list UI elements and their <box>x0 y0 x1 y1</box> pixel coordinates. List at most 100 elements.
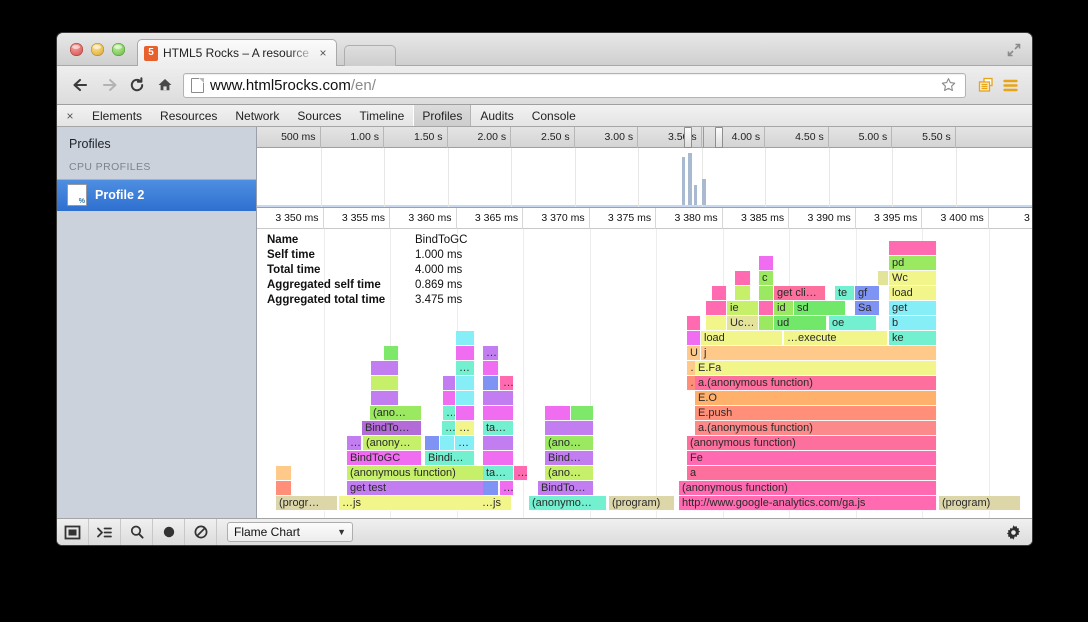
flame-frame[interactable] <box>687 316 701 331</box>
zoom-window-button[interactable] <box>112 43 125 56</box>
flame-frame[interactable]: b <box>889 316 937 331</box>
flame-frame[interactable] <box>483 376 499 391</box>
tab-network[interactable]: Network <box>226 105 288 126</box>
flame-frame[interactable] <box>759 286 774 301</box>
sidebar-item-profile-2[interactable]: % Profile 2 <box>57 179 256 211</box>
flame-frame[interactable]: … <box>455 436 475 451</box>
flame-frame[interactable] <box>276 466 292 481</box>
flame-frame[interactable] <box>276 481 292 496</box>
flame-frame[interactable] <box>456 406 475 421</box>
tab-elements[interactable]: Elements <box>83 105 151 126</box>
forward-arrow-icon[interactable] <box>95 71 123 99</box>
flame-frame[interactable]: id <box>774 301 794 316</box>
overview-graph[interactable] <box>257 148 1032 208</box>
overview-window-left-handle[interactable] <box>684 127 692 148</box>
record-circle-icon[interactable] <box>153 519 185 545</box>
flame-frame[interactable] <box>440 436 455 451</box>
tab-audits[interactable]: Audits <box>471 105 522 126</box>
overview-dimmed-region[interactable] <box>257 148 684 207</box>
flame-frame[interactable]: (anonymous function) <box>347 466 492 481</box>
flame-frame[interactable]: … <box>456 421 475 436</box>
flame-frame[interactable]: Bind… <box>545 451 594 466</box>
flame-frame[interactable]: … <box>456 361 475 376</box>
flame-frame[interactable]: gf <box>855 286 880 301</box>
hamburger-menu-icon[interactable] <box>998 73 1022 97</box>
flame-frame[interactable] <box>371 391 399 406</box>
flame-frame[interactable]: Wc <box>889 271 937 286</box>
flame-frame[interactable]: (program) <box>939 496 1021 511</box>
flame-frame[interactable] <box>483 481 499 496</box>
flame-frame[interactable] <box>371 376 399 391</box>
flame-frame[interactable] <box>889 241 937 256</box>
new-tab-button[interactable] <box>344 45 396 66</box>
flame-frame[interactable]: te <box>835 286 855 301</box>
browser-tab[interactable]: 5 HTML5 Rocks – A resource × <box>137 39 337 66</box>
minimize-window-button[interactable] <box>91 43 104 56</box>
bookmark-manager-icon[interactable] <box>974 73 998 97</box>
bookmark-star-icon[interactable] <box>937 74 959 96</box>
flame-frame[interactable] <box>456 391 475 406</box>
flame-frame[interactable]: load <box>889 286 937 301</box>
flame-frame[interactable]: …js <box>339 496 492 511</box>
reload-icon[interactable] <box>123 71 151 99</box>
flame-frame[interactable] <box>706 301 727 316</box>
clear-prohibited-icon[interactable] <box>185 519 217 545</box>
view-mode-select[interactable]: Flame Chart ▼ <box>227 522 353 542</box>
flame-frame[interactable]: ie <box>727 301 759 316</box>
flame-frame[interactable]: (anonymous function) <box>687 436 937 451</box>
tab-profiles[interactable]: Profiles <box>413 105 471 126</box>
flame-frame[interactable] <box>483 436 514 451</box>
flame-frame[interactable]: a.(anonymous function) <box>695 376 937 391</box>
address-bar[interactable]: www.html5rocks.com/en/ <box>183 73 966 98</box>
show-drawer-icon[interactable] <box>89 519 121 545</box>
flame-frame[interactable] <box>483 391 514 406</box>
flame-frame[interactable] <box>759 256 774 271</box>
flame-frame[interactable]: U <box>687 346 701 361</box>
tab-close-icon[interactable]: × <box>316 46 330 60</box>
flame-frame[interactable] <box>545 421 594 436</box>
tab-sources[interactable]: Sources <box>288 105 350 126</box>
flame-frame[interactable]: …js <box>479 496 512 511</box>
flame-frame[interactable] <box>443 391 456 406</box>
flame-frame[interactable]: ke <box>889 331 937 346</box>
flame-frame[interactable] <box>443 376 456 391</box>
flame-frame[interactable] <box>456 331 475 346</box>
flame-frame[interactable]: oe <box>829 316 877 331</box>
flame-frame[interactable]: j <box>701 346 937 361</box>
flame-frame[interactable] <box>483 361 499 376</box>
flame-chart[interactable]: NameBindToGCSelf time1.000 msTotal time4… <box>257 229 1032 518</box>
flame-frame[interactable]: E.push <box>695 406 937 421</box>
tab-timeline[interactable]: Timeline <box>350 105 413 126</box>
flame-frame[interactable]: … <box>442 421 456 436</box>
flame-frame[interactable]: E.O <box>695 391 937 406</box>
flame-frame[interactable]: (ano… <box>545 466 594 481</box>
overview-ruler[interactable]: 500 ms1.00 s1.50 s2.00 s2.50 s3.00 s3.50… <box>257 127 1032 148</box>
flame-frame[interactable] <box>483 406 514 421</box>
flame-frame[interactable]: c <box>759 271 774 286</box>
detail-timeline-ruler[interactable]: 3 350 ms3 355 ms3 360 ms3 365 ms3 370 ms… <box>257 208 1032 229</box>
flame-frame[interactable]: get <box>889 301 937 316</box>
flame-frame[interactable]: Fe <box>687 451 937 466</box>
flame-frame[interactable]: … <box>514 466 528 481</box>
flame-frame[interactable]: sd <box>794 301 846 316</box>
flame-frame[interactable] <box>706 316 727 331</box>
devtools-close-icon[interactable]: × <box>57 105 83 126</box>
fullscreen-icon[interactable] <box>1005 41 1023 59</box>
overview-dimmed-region[interactable] <box>723 148 1032 207</box>
flame-frame[interactable]: a <box>687 466 937 481</box>
flame-frame[interactable]: http://www.google-analytics.com/ga.js <box>679 496 937 511</box>
flame-frame[interactable]: pd <box>889 256 937 271</box>
home-icon[interactable] <box>151 71 179 99</box>
flame-frame[interactable]: Bindi… <box>425 451 475 466</box>
flame-frame[interactable] <box>545 406 571 421</box>
flame-frame[interactable]: Uc… <box>727 316 759 331</box>
overview-window-right-handle[interactable] <box>715 127 723 148</box>
flame-frame[interactable] <box>425 436 440 451</box>
flame-frame[interactable]: (ano… <box>370 406 422 421</box>
flame-frame[interactable] <box>735 286 751 301</box>
flame-frame[interactable] <box>371 361 399 376</box>
flame-frame[interactable]: BindTo… <box>538 481 594 496</box>
flame-frame[interactable] <box>687 331 701 346</box>
flame-frame[interactable]: … <box>483 346 499 361</box>
gear-icon[interactable] <box>1005 524 1022 541</box>
